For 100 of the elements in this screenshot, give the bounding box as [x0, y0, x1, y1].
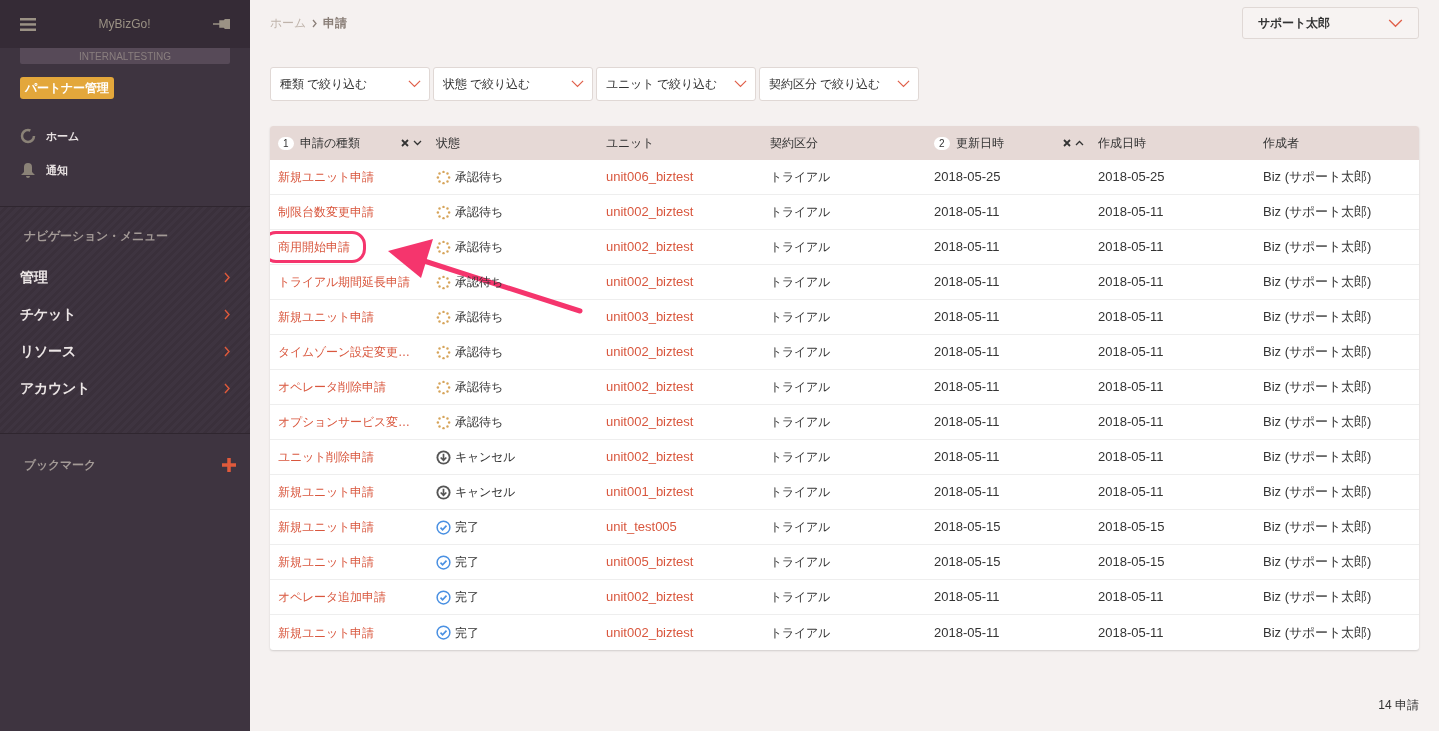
unit-link[interactable]: unit_test005 — [606, 519, 677, 535]
unit-link[interactable]: unit001_biztest — [606, 484, 694, 500]
column-header[interactable]: 作成日時 — [1098, 134, 1146, 152]
menu-icon[interactable] — [20, 17, 36, 31]
filter-dropdown[interactable]: 状態 で絞り込む — [433, 67, 593, 101]
table-cell: 2018-05-11 — [1098, 204, 1164, 220]
request-type-link[interactable]: トライアル期間延長申請 — [278, 273, 410, 291]
chevron-right-icon — [224, 383, 230, 394]
table-cell: トライアル — [770, 520, 830, 534]
status-text: 承認待ち — [455, 204, 503, 221]
unit-link[interactable]: unit003_biztest — [606, 309, 694, 325]
unit-link[interactable]: unit002_biztest — [606, 589, 694, 605]
chevron-right-icon — [224, 309, 230, 320]
user-menu[interactable]: サポート太郎 — [1242, 7, 1419, 39]
column-header[interactable]: ユニット — [606, 134, 654, 152]
table-cell: 2018-05-11 — [934, 344, 1000, 360]
column-header[interactable]: 状態 — [436, 134, 460, 152]
request-count: 14 申請 — [1378, 697, 1419, 714]
table-cell: 2018-05-11 — [1098, 379, 1164, 395]
chevron-down-icon — [1388, 18, 1403, 28]
filter-dropdown[interactable]: ユニット で絞り込む — [596, 67, 756, 101]
request-type-link[interactable]: 新規ユニット申請 — [278, 308, 374, 326]
unit-link[interactable]: unit005_biztest — [606, 554, 694, 570]
nav-menu-item[interactable]: 管理 — [0, 259, 250, 296]
request-type-link[interactable]: 新規ユニット申請 — [278, 168, 374, 186]
table-cell: Biz (サポート太郎) — [1263, 379, 1372, 395]
request-type-link[interactable]: 商用開始申請 — [270, 231, 366, 263]
sidebar-item[interactable]: ホーム — [20, 128, 230, 144]
column-header[interactable]: 作成者 — [1263, 134, 1299, 152]
request-type-link[interactable]: ユニット削除申請 — [278, 448, 374, 466]
column-header[interactable]: 契約区分 — [770, 134, 818, 152]
nav-menu-item[interactable]: リソース — [0, 333, 250, 370]
request-type-link[interactable]: タイムゾーン設定変更… — [278, 343, 410, 361]
unit-link[interactable]: unit002_biztest — [606, 449, 694, 465]
table-cell: トライアル — [770, 310, 830, 324]
table-cell: Biz (サポート太郎) — [1263, 589, 1372, 605]
table-cell: 2018-05-11 — [934, 309, 1000, 325]
table-cell: トライアル — [770, 450, 830, 464]
unit-link[interactable]: unit002_biztest — [606, 239, 694, 255]
table-cell: 2018-05-11 — [1098, 484, 1164, 500]
unit-link[interactable]: unit002_biztest — [606, 414, 694, 430]
request-type-link[interactable]: 新規ユニット申請 — [278, 623, 374, 642]
check-circle-icon — [436, 519, 451, 535]
request-type-link[interactable]: オペレータ削除申請 — [278, 378, 386, 396]
filter-dropdown[interactable]: 契約区分 で絞り込む — [759, 67, 919, 101]
column-header[interactable]: 更新日時 — [955, 134, 1004, 152]
table-cell: トライアル — [770, 485, 830, 499]
chevron-down-icon[interactable] — [413, 140, 422, 146]
request-type-link[interactable]: 制限台数変更申請 — [278, 203, 374, 221]
table-cell: Biz (サポート太郎) — [1263, 519, 1372, 535]
app-title: MyBizGo! — [98, 16, 151, 33]
plus-icon[interactable] — [222, 458, 236, 472]
table-cell: 2018-05-11 — [934, 414, 1000, 430]
table-cell: 2018-05-15 — [1098, 519, 1165, 535]
unit-link[interactable]: unit002_biztest — [606, 204, 694, 220]
request-type-link[interactable]: オプションサービス変… — [278, 413, 410, 431]
status-text: 完了 — [455, 519, 479, 536]
table-cell: トライアル — [770, 170, 830, 184]
table-cell: 2018-05-11 — [1098, 589, 1164, 605]
unit-link[interactable]: unit002_biztest — [606, 274, 694, 290]
unit-link[interactable]: unit006_biztest — [606, 169, 694, 185]
chevron-down-icon — [897, 80, 910, 88]
table-cell: 2018-05-11 — [934, 589, 1000, 605]
request-type-link[interactable]: 新規ユニット申請 — [278, 553, 374, 571]
table-cell: 2018-05-15 — [934, 519, 1001, 535]
unit-link[interactable]: unit002_biztest — [606, 344, 694, 360]
spinner-icon — [436, 309, 451, 325]
circle-icon — [20, 128, 36, 144]
table-cell: 2018-05-15 — [934, 554, 1001, 570]
unit-link[interactable]: unit002_biztest — [606, 379, 694, 395]
close-icon[interactable] — [401, 139, 409, 147]
table-cell: 2018-05-25 — [934, 169, 1001, 185]
download-circle-icon — [436, 449, 451, 465]
bell-icon — [20, 161, 36, 179]
close-icon[interactable] — [1063, 139, 1071, 147]
table-cell: 2018-05-11 — [934, 204, 1000, 220]
request-type-link[interactable]: オペレータ追加申請 — [278, 588, 386, 606]
filter-dropdown[interactable]: 種類 で絞り込む — [270, 67, 430, 101]
unit-link[interactable]: unit002_biztest — [606, 624, 694, 640]
table-cell: 2018-05-11 — [934, 449, 1000, 465]
table-cell: 2018-05-11 — [934, 379, 1000, 395]
breadcrumb-link[interactable]: 申請 — [323, 14, 347, 32]
nav-menu-item[interactable]: チケット — [0, 296, 250, 333]
table-cell: 2018-05-11 — [1098, 239, 1164, 255]
status-text: 承認待ち — [455, 344, 503, 361]
table-cell: トライアル — [770, 380, 830, 394]
request-type-link[interactable]: 新規ユニット申請 — [278, 483, 374, 501]
pin-icon[interactable] — [213, 19, 230, 29]
request-type-link[interactable]: 新規ユニット申請 — [278, 518, 374, 536]
check-circle-icon — [436, 554, 451, 570]
chevron-up-icon[interactable] — [1075, 140, 1084, 146]
nav-menu-item[interactable]: アカウント — [0, 370, 250, 407]
sidebar-item[interactable]: 通知 — [20, 162, 230, 178]
table-cell: トライアル — [770, 275, 830, 289]
table-cell: 2018-05-11 — [1098, 309, 1164, 325]
table-cell: 2018-05-11 — [934, 239, 1000, 255]
status-text: 承認待ち — [455, 414, 503, 431]
table-cell: 2018-05-11 — [1098, 449, 1164, 465]
column-header[interactable]: 申請の種類 — [299, 134, 360, 152]
status-text: キャンセル — [455, 449, 515, 466]
